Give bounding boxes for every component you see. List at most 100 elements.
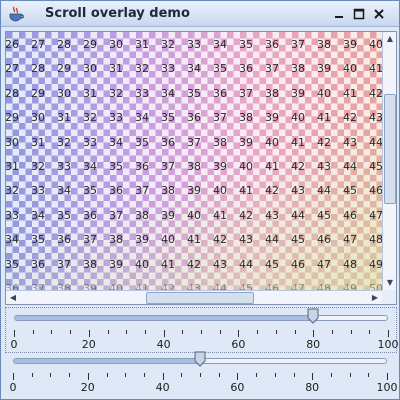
grid-cell: 37 <box>31 282 45 290</box>
slider-tick <box>144 330 146 334</box>
grid-cell: 38 <box>239 111 253 125</box>
grid-cell: 44 <box>343 160 357 173</box>
grid-cell: 47 <box>343 233 357 247</box>
grid-cell: 33 <box>187 38 201 51</box>
grid-cell: 33 <box>161 62 175 76</box>
grid-cell: 26 <box>6 38 19 51</box>
close-icon[interactable] <box>372 7 386 21</box>
grid-cell: 36 <box>265 38 279 51</box>
grid-cell: 40 <box>369 38 382 51</box>
title-bar[interactable]: Scroll overlay demo <box>1 1 399 27</box>
grid-cell: 35 <box>6 257 19 271</box>
grid-cell: 37 <box>109 208 123 222</box>
grid-cell: 41 <box>317 111 331 125</box>
grid-cell: 39 <box>161 208 175 222</box>
arrow-down-icon[interactable]: ▼ <box>383 276 396 290</box>
horizontal-scroll-thumb[interactable] <box>146 292 254 304</box>
grid-cell: 45 <box>343 184 357 198</box>
grid-cell: 42 <box>291 160 305 173</box>
slider-tick <box>14 330 15 337</box>
slider-tick <box>50 373 52 377</box>
grid-cell: 38 <box>57 282 71 290</box>
grid-cell: 27 <box>6 62 19 76</box>
slider-thumb[interactable] <box>307 308 319 324</box>
grid-cell: 31 <box>31 135 45 149</box>
grid-cell: 39 <box>317 62 331 76</box>
grid-cell: 34 <box>31 208 45 222</box>
grid-cell: 39 <box>291 86 305 100</box>
grid-cell: 28 <box>31 62 45 76</box>
slider-tick-label: 80 <box>305 381 320 394</box>
grid-cell: 29 <box>31 86 45 100</box>
grid-cell: 36 <box>161 135 175 149</box>
grid-cell: 44 <box>265 233 279 247</box>
grid-cell: 31 <box>57 111 71 125</box>
slider-2[interactable]: 0 20 40 60 80 100 <box>5 351 398 397</box>
slider-tick <box>238 330 240 337</box>
grid-cell: 42 <box>343 111 357 125</box>
grid-cell: 43 <box>187 282 201 290</box>
grid-cell: 35 <box>239 38 253 51</box>
grid-cell: 41 <box>161 257 175 271</box>
grid-cell: 27 <box>31 38 45 51</box>
slider-track[interactable] <box>14 315 388 321</box>
grid-cell: 37 <box>265 62 279 76</box>
vertical-scrollbar[interactable]: ▲ ▼ <box>382 32 396 290</box>
slider-thumb[interactable] <box>194 351 206 367</box>
scroll-pane[interactable]: 26 27 28 29 30 31 32 33 34 35 36 37 38 39 40 41 27 28 29 30… <box>5 31 397 305</box>
grid-cell: 34 <box>83 160 97 173</box>
slider-tick-label: 60 <box>231 338 246 351</box>
grid-cell: 31 <box>6 160 19 173</box>
slider-tick <box>31 373 33 377</box>
grid-cell: 41 <box>187 233 201 247</box>
slider-tick <box>349 373 351 377</box>
slider-tick <box>369 330 371 334</box>
grid-cell: 30 <box>83 62 97 76</box>
grid-cell: 42 <box>369 86 382 100</box>
vertical-scroll-thumb[interactable] <box>384 94 396 204</box>
grid-cell: 40 <box>317 86 331 100</box>
grid-cell: 40 <box>213 184 227 198</box>
grid-cell: 32 <box>83 111 97 125</box>
slider-tick <box>312 373 314 380</box>
grid-cell: 43 <box>213 257 227 271</box>
grid-cell: 37 <box>239 86 253 100</box>
grid-cell: 30 <box>57 86 71 100</box>
slider-tick <box>368 373 370 377</box>
grid-cell: 32 <box>57 135 71 149</box>
slider-1[interactable]: 0 20 40 60 80 100 <box>5 307 399 353</box>
arrow-up-icon[interactable]: ▲ <box>383 32 396 46</box>
slider-tick <box>125 373 127 377</box>
grid-cell: 38 <box>213 135 227 149</box>
grid-cell: 39 <box>135 233 149 247</box>
grid-cell: 45 <box>291 233 305 247</box>
slider-tick-label: 80 <box>306 338 321 351</box>
grid-cell: 40 <box>239 160 253 173</box>
grid-cell: 49 <box>343 282 357 290</box>
slider-tick-label: 100 <box>377 338 399 351</box>
horizontal-scrollbar[interactable]: ◀ ▶ <box>6 290 382 304</box>
slider-tick <box>237 373 239 380</box>
grid-cell: 36 <box>57 233 71 247</box>
minimize-icon[interactable] <box>332 7 346 21</box>
grid-cell: 39 <box>213 160 227 173</box>
grid-cell: 37 <box>83 233 97 247</box>
slider-tick-label: 0 <box>10 338 18 351</box>
slider-tick <box>256 373 258 377</box>
grid-cell: 42 <box>317 135 331 149</box>
arrow-right-icon[interactable]: ▶ <box>368 291 382 304</box>
grid-cell: 39 <box>83 282 97 290</box>
grid-cell: 44 <box>369 135 382 149</box>
grid-cell: 39 <box>109 257 123 271</box>
maximize-icon[interactable] <box>352 7 366 21</box>
grid-cell: 40 <box>135 257 149 271</box>
slider-tick <box>107 330 109 334</box>
slider-tick-label: 60 <box>230 381 245 394</box>
slider-tick <box>70 330 72 334</box>
slider-tick-label: 100 <box>376 381 398 394</box>
arrow-left-icon[interactable]: ◀ <box>6 291 20 304</box>
grid-cell: 40 <box>161 233 175 247</box>
grid-cell: 34 <box>135 111 149 125</box>
grid-cell: 36 <box>213 86 227 100</box>
java-cup-icon[interactable] <box>7 5 25 23</box>
